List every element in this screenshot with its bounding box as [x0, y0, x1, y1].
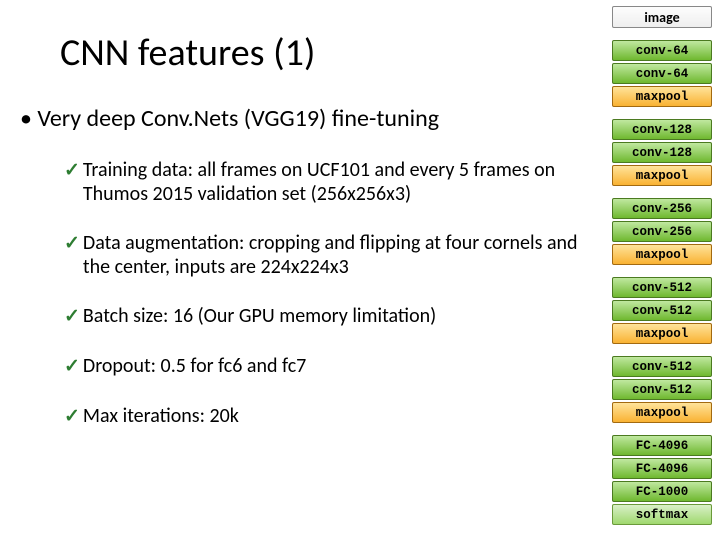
layer-image: image: [612, 6, 712, 28]
arch-group-4: conv-512 conv-512 maxpool: [612, 277, 712, 344]
layer-conv: conv-128: [612, 119, 712, 140]
check-icon: ✓: [64, 160, 80, 182]
check-icon: ✓: [64, 356, 80, 378]
bullet-text: Max iterations: 20k: [83, 405, 239, 429]
layer-conv: conv-64: [612, 40, 712, 61]
layer-conv: conv-512: [612, 277, 712, 298]
arch-group-input: image: [612, 6, 712, 28]
sub-bullet-list: ✓ Training data: all frames on UCF101 an…: [64, 159, 602, 428]
layer-conv: conv-512: [612, 356, 712, 377]
layer-maxpool: maxpool: [612, 244, 712, 265]
bullet-text: Batch size: 16 (Our GPU memory limitatio…: [83, 305, 436, 329]
check-icon: ✓: [64, 306, 80, 328]
bullet-dropout: ✓ Dropout: 0.5 for fc6 and fc7: [64, 355, 602, 379]
layer-maxpool: maxpool: [612, 86, 712, 107]
layer-conv: conv-256: [612, 198, 712, 219]
layer-conv: conv-64: [612, 63, 712, 84]
layer-fc: FC-4096: [612, 458, 712, 479]
bullet-data-augmentation: ✓ Data augmentation: cropping and flippi…: [64, 232, 602, 279]
arch-group-2: conv-128 conv-128 maxpool: [612, 119, 712, 186]
main-bullet: Very deep Conv.Nets (VGG19) fine-tuning: [20, 104, 602, 133]
bullet-text: Training data: all frames on UCF101 and …: [83, 159, 602, 206]
check-icon: ✓: [64, 233, 80, 255]
arch-group-5: conv-512 conv-512 maxpool: [612, 356, 712, 423]
architecture-diagram: image conv-64 conv-64 maxpool conv-128 c…: [612, 0, 720, 540]
bullet-max-iterations: ✓ Max iterations: 20k: [64, 405, 602, 429]
check-icon: ✓: [64, 406, 80, 428]
content-area: CNN features (1) Very deep Conv.Nets (VG…: [0, 0, 612, 540]
bullet-text: Data augmentation: cropping and flipping…: [83, 232, 602, 279]
layer-conv: conv-512: [612, 300, 712, 321]
bullet-training-data: ✓ Training data: all frames on UCF101 an…: [64, 159, 602, 206]
arch-group-1: conv-64 conv-64 maxpool: [612, 40, 712, 107]
arch-group-3: conv-256 conv-256 maxpool: [612, 198, 712, 265]
slide-title: CNN features (1): [60, 30, 602, 76]
layer-maxpool: maxpool: [612, 402, 712, 423]
layer-conv: conv-256: [612, 221, 712, 242]
bullet-text: Dropout: 0.5 for fc6 and fc7: [83, 355, 306, 379]
layer-fc: FC-4096: [612, 435, 712, 456]
layer-maxpool: maxpool: [612, 323, 712, 344]
layer-fc: FC-1000: [612, 481, 712, 502]
slide: CNN features (1) Very deep Conv.Nets (VG…: [0, 0, 720, 540]
bullet-batch-size: ✓ Batch size: 16 (Our GPU memory limitat…: [64, 305, 602, 329]
layer-conv: conv-512: [612, 379, 712, 400]
layer-softmax: softmax: [612, 504, 712, 525]
layer-maxpool: maxpool: [612, 165, 712, 186]
layer-conv: conv-128: [612, 142, 712, 163]
arch-group-fc: FC-4096 FC-4096 FC-1000 softmax: [612, 435, 712, 525]
